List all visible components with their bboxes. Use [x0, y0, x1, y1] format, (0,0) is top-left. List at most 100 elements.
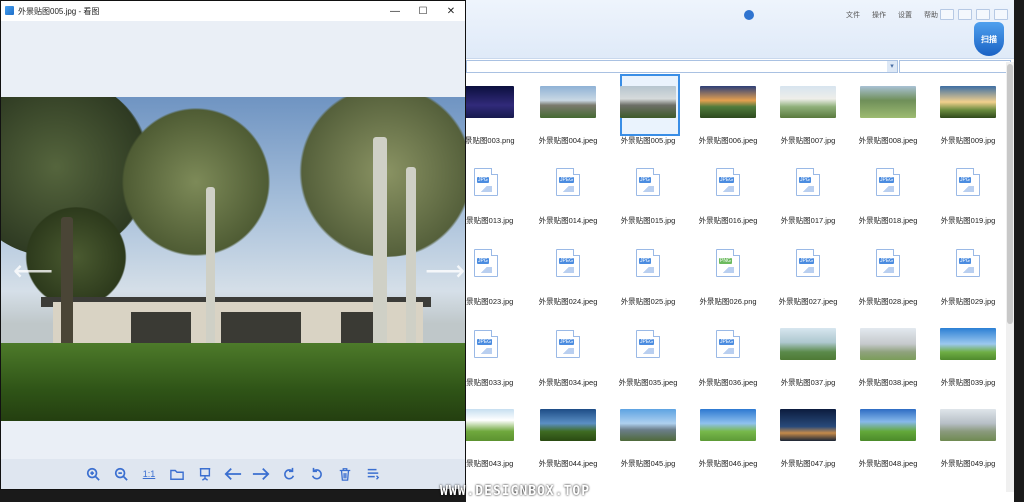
file-thumbnail-item[interactable]: JPEG 外景贴图016.jpeg [688, 154, 768, 230]
file-thumbnail-item[interactable]: 外景贴图048.jpeg [848, 397, 928, 473]
image-file-icon: JPEG [556, 168, 580, 196]
watermark: WWW.DESIGNBOX.TOP [440, 484, 591, 499]
image-stage: ⟵ ⟶ [1, 21, 465, 459]
file-name-label: 外景贴图004.jpeg [538, 136, 598, 145]
scan-shield-icon[interactable]: 扫描 [974, 22, 1004, 56]
file-thumbnail-item[interactable]: JPEG 外景贴图027.jpeg [768, 235, 848, 311]
file-name-label: 外景贴图005.jpg [620, 136, 676, 145]
file-thumbnail-item[interactable]: JPG 外景贴图025.jpg [608, 235, 688, 311]
image-thumbnail [620, 86, 676, 118]
next-arrow-icon[interactable] [252, 465, 270, 483]
rotate-left-icon[interactable] [308, 465, 326, 483]
file-thumbnail-item[interactable]: JPG 外景贴图017.jpg [768, 154, 848, 230]
open-folder-icon[interactable] [168, 465, 186, 483]
delete-icon[interactable] [336, 465, 354, 483]
image-file-icon: JPG [474, 168, 498, 196]
file-thumbnail-item[interactable]: JPG 外景贴图029.jpg [928, 235, 1008, 311]
app-badge-icon[interactable] [744, 10, 754, 20]
next-image-arrow-icon[interactable]: ⟶ [425, 257, 465, 285]
file-name-label: 外景贴图013.jpg [466, 216, 514, 225]
file-thumbnail-item[interactable]: JPEG 外景贴图014.jpeg [528, 154, 608, 230]
file-thumbnail-item[interactable]: 外景贴图004.jpeg [528, 74, 608, 150]
file-browser-header: 文件 操作 设置 帮助 扫描 [466, 0, 1014, 59]
browser-maximize-button[interactable] [976, 9, 990, 20]
file-browser-window: 文件 操作 设置 帮助 扫描 ▾ 外景贴图003.png 外景贴图004.jpeg… [466, 0, 1014, 502]
file-name-label: 外景贴图007.jpg [780, 136, 836, 145]
file-name-label: 外景贴图037.jpg [780, 378, 836, 387]
file-thumbnail-item[interactable]: JPEG 外景贴图035.jpeg [608, 316, 688, 392]
address-bar[interactable]: ▾ [466, 60, 898, 73]
file-thumbnail-item[interactable]: JPEG 外景贴图024.jpeg [528, 235, 608, 311]
image-thumbnail [700, 86, 756, 118]
image-file-icon: JPG [956, 249, 980, 277]
file-type-tag: JPEG [719, 339, 735, 345]
file-thumbnail-item[interactable]: 外景贴图039.jpg [928, 316, 1008, 392]
file-thumbnail-item[interactable]: 外景贴图006.jpeg [688, 74, 768, 150]
image-file-icon: PNG [716, 249, 740, 277]
file-thumbnail-item[interactable]: 外景贴图007.jpg [768, 74, 848, 150]
skin-button[interactable] [940, 9, 954, 20]
file-type-tag: JPEG [559, 258, 575, 264]
minimize-button[interactable]: — [381, 1, 409, 21]
menu-settings[interactable]: 设置 [898, 10, 912, 20]
file-thumbnail-item[interactable]: JPEG 外景贴图036.jpeg [688, 316, 768, 392]
image-file-icon: JPEG [716, 330, 740, 358]
file-thumbnail-item[interactable]: 外景贴图005.jpg [608, 74, 688, 150]
file-thumbnail-item[interactable]: 外景贴图037.jpg [768, 316, 848, 392]
maximize-button[interactable]: ☐ [409, 1, 437, 21]
file-name-label: 外景贴图038.jpeg [858, 378, 918, 387]
file-thumbnail-item[interactable]: 外景贴图009.jpg [928, 74, 1008, 150]
image-file-icon: JPEG [556, 330, 580, 358]
image-thumbnail [700, 409, 756, 441]
file-thumbnail-item[interactable]: 外景贴图043.jpg [466, 397, 526, 473]
menu-file[interactable]: 文件 [846, 10, 860, 20]
zoom-in-icon[interactable] [84, 465, 102, 483]
menu-help[interactable]: 帮助 [924, 10, 938, 20]
menu-operate[interactable]: 操作 [872, 10, 886, 20]
file-thumbnail-item[interactable]: 外景贴图038.jpeg [848, 316, 928, 392]
file-thumbnail-item[interactable]: 外景贴图046.jpeg [688, 397, 768, 473]
file-name-label: 外景贴图039.jpg [940, 378, 996, 387]
scan-label: 扫描 [981, 34, 997, 44]
browser-close-button[interactable] [994, 9, 1008, 20]
file-thumbnail-item[interactable]: JPG 外景贴图019.jpg [928, 154, 1008, 230]
rotate-right-icon[interactable] [280, 465, 298, 483]
file-type-tag: JPG [639, 258, 651, 264]
file-thumbnail-item[interactable]: JPEG 外景贴图028.jpeg [848, 235, 928, 311]
file-type-tag: JPEG [879, 258, 895, 264]
file-thumbnail-item[interactable]: JPG 外景贴图015.jpg [608, 154, 688, 230]
file-thumbnail-item[interactable]: 外景贴图045.jpg [608, 397, 688, 473]
file-type-tag: JPG [959, 177, 971, 183]
prev-image-arrow-icon[interactable]: ⟵ [13, 257, 53, 285]
zoom-out-icon[interactable] [112, 465, 130, 483]
actual-size-icon[interactable]: 1:1 [140, 465, 158, 483]
file-thumbnail-item[interactable]: JPEG 外景贴图034.jpeg [528, 316, 608, 392]
file-thumbnail-item[interactable]: JPEG 外景贴图033.jpg [466, 316, 526, 392]
image-thumbnail [860, 328, 916, 360]
menu-icon[interactable] [364, 465, 382, 483]
close-button[interactable]: ✕ [437, 1, 465, 21]
viewer-title: 外景贴图005.jpg - 看图 [18, 7, 100, 16]
file-thumbnail-item[interactable]: JPG 外景贴图013.jpg [466, 154, 526, 230]
file-thumbnail-item[interactable]: 外景贴图008.jpeg [848, 74, 928, 150]
file-thumbnail-item[interactable]: JPEG 外景贴图018.jpeg [848, 154, 928, 230]
file-thumbnail-item[interactable]: 外景贴图049.jpg [928, 397, 1008, 473]
address-dropdown-icon[interactable]: ▾ [887, 61, 897, 72]
image-file-icon: JPEG [716, 168, 740, 196]
browser-window-controls [940, 9, 1008, 20]
previous-arrow-icon[interactable] [224, 465, 242, 483]
file-thumbnail-item[interactable]: JPG 外景贴图023.jpg [466, 235, 526, 311]
slideshow-icon[interactable] [196, 465, 214, 483]
file-name-label: 外景贴图033.jpg [466, 378, 514, 387]
file-thumbnail-item[interactable]: 外景贴图044.jpeg [528, 397, 608, 473]
file-type-tag: JPEG [639, 339, 655, 345]
file-thumbnail-item[interactable]: PNG 外景贴图026.png [688, 235, 768, 311]
image-viewer-window: 外景贴图005.jpg - 看图 — ☐ ✕ ⟵ ⟶ 1:1 [0, 0, 466, 490]
browser-minimize-button[interactable] [958, 9, 972, 20]
search-input[interactable] [899, 60, 1011, 73]
file-thumbnail-item[interactable]: 外景贴图003.png [466, 74, 526, 150]
file-name-label: 外景贴图045.jpg [620, 459, 676, 468]
file-name-label: 外景贴图019.jpg [940, 216, 996, 225]
file-thumbnail-item[interactable]: 外景贴图047.jpg [768, 397, 848, 473]
viewer-titlebar[interactable]: 外景贴图005.jpg - 看图 — ☐ ✕ [1, 1, 465, 21]
